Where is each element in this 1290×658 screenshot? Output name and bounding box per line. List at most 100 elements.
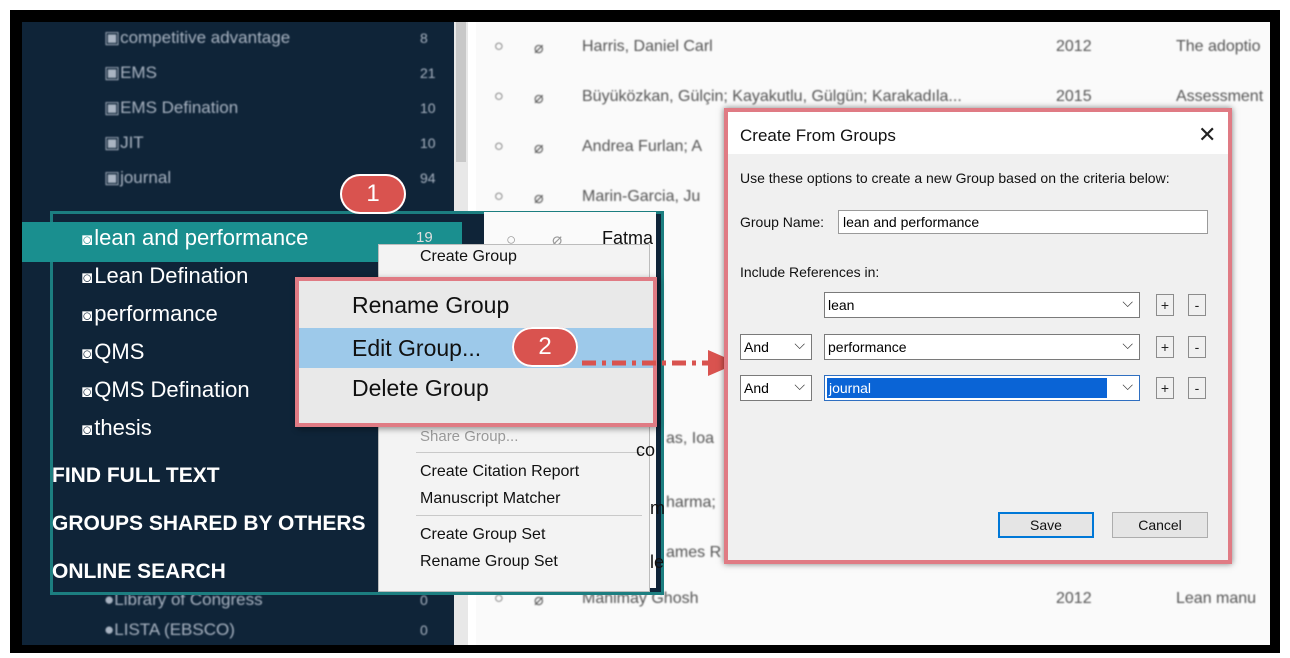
menu-create-group-set[interactable]: Create Group Set [420,526,545,544]
group-icon: ▣ [104,28,121,47]
group-icon: ◙ [82,344,93,363]
remove-criteria-button[interactable]: - [1188,377,1206,399]
attachment-icon: ⌀ [534,90,544,107]
step-badge-1: 1 [340,174,406,214]
group-count: 10 [420,100,436,116]
year-cell: 2012 [1056,38,1092,55]
remove-criteria-button[interactable]: - [1188,294,1206,316]
group-name-field[interactable] [838,210,1208,234]
group-icon: ▣ [104,133,121,152]
author-cell: Andrea Furlan; A [582,138,703,155]
dialog-instructions: Use these options to create a new Group … [740,170,1170,186]
criteria-group-select[interactable]: lean ⌵ [824,292,1140,318]
criteria-operator-select[interactable]: And ⌵ [740,375,812,401]
add-criteria-button[interactable]: + [1156,294,1174,316]
group-icon: ▣ [104,168,121,187]
chevron-down-icon: ⌵ [1122,294,1133,310]
sidebar-scrollbar-thumb[interactable] [456,22,466,162]
read-dot-icon: ○ [494,138,504,155]
group-count: 8 [420,30,428,46]
section-online-search[interactable]: ONLINE SEARCH [52,560,226,584]
online-count: 0 [420,622,428,638]
endnote-window: ▣competitive advantage 8 ▣EMS 21 ▣EMS De… [22,22,1270,645]
group-icon: ◙ [82,306,93,325]
include-references-label: Include References in: [740,264,880,280]
menu-rename-group-set[interactable]: Rename Group Set [420,553,558,571]
author-cell: ames R [666,544,722,561]
create-from-groups-dialog: Create From Groups ✕ Use these options t… [724,108,1232,564]
criteria-group-select[interactable]: journal ⌵ [824,375,1140,401]
menu-separator [416,515,642,516]
menu-delete-group[interactable]: Delete Group [352,375,489,402]
author-cell: Büyüközkan, Gülçin; Kayakutlu, Gülgün; K… [582,88,962,105]
menu-share-group[interactable]: Share Group... [420,428,518,445]
title-cell: The adoptio [1176,38,1261,55]
sidebar-item-performance[interactable]: ◙performance [82,301,218,327]
sidebar-item-competitive-advantage[interactable]: ▣competitive advantage [104,28,290,48]
group-count: 94 [420,170,436,186]
arrow-connector [582,350,738,376]
group-icon: ▣ [104,63,121,82]
author-cell: harma; [666,494,716,511]
cancel-button[interactable]: Cancel [1112,512,1208,538]
chevron-down-icon: ⌵ [1122,336,1133,352]
section-groups-shared-by-others[interactable]: GROUPS SHARED BY OTHERS [52,512,366,536]
dialog-title: Create From Groups [740,126,896,145]
step-badge-2: 2 [512,327,578,367]
menu-separator [416,452,642,453]
menu-create-group[interactable]: Create Group [420,248,517,266]
attachment-icon: ⌀ [534,190,544,207]
add-criteria-button[interactable]: + [1156,377,1174,399]
group-icon: ◙ [82,268,93,287]
group-icon: ◙ [82,382,93,401]
group-icon: ◙ [82,420,93,439]
sidebar-item-ems-defination[interactable]: ▣EMS Defination [104,98,238,118]
title-cell: Lean manu [1176,590,1257,607]
group-icon: ◙ [82,230,93,249]
chevron-down-icon: ⌵ [794,377,805,393]
sidebar-item-qms-defination[interactable]: ◙QMS Defination [82,377,250,403]
globe-icon: ● [104,620,115,639]
read-dot-icon: ○ [494,38,504,55]
group-count: 10 [420,135,436,151]
menu-edit-group[interactable]: Edit Group... [352,335,481,362]
menu-manuscript-matcher[interactable]: Manuscript Matcher [420,490,561,508]
reference-row[interactable]: ○ ⌀ Harris, Daniel Carl 2012 The adoptio [476,36,1270,60]
sidebar-item-lean-and-performance[interactable]: ◙lean and performance [82,225,308,251]
year-cell: 2015 [1056,88,1092,105]
sidebar-item-lean-defination[interactable]: ◙Lean Defination [82,263,248,289]
close-icon[interactable]: ✕ [1198,122,1216,148]
partial-text: m [650,498,665,518]
sidebar-item-thesis[interactable]: ◙thesis [82,415,152,441]
menu-rename-group[interactable]: Rename Group [352,292,509,319]
sidebar-item-jit[interactable]: ▣JIT [104,133,144,153]
menu-create-citation-report[interactable]: Create Citation Report [420,463,579,481]
save-button[interactable]: Save [998,512,1094,538]
add-criteria-button[interactable]: + [1156,336,1174,358]
group-count: 21 [420,65,436,81]
group-name-label: Group Name: [740,214,825,230]
online-item-lista[interactable]: ●LISTA (EBSCO) [104,620,235,640]
partial-text: co [636,440,656,460]
group-icon: ▣ [104,98,121,117]
sidebar-item-ems[interactable]: ▣EMS [104,63,157,83]
read-dot-icon: ○ [494,88,504,105]
sidebar-item-journal[interactable]: ▣journal [104,168,171,188]
author-cell: Harris, Daniel Carl [582,38,713,55]
read-dot-icon: ○ [494,188,504,205]
section-find-full-text[interactable]: FIND FULL TEXT [52,464,220,488]
author-cell: as, Ioa [666,430,715,447]
attachment-icon: ⌀ [534,140,544,157]
partial-text: le [650,552,665,572]
reference-row[interactable]: ○ ⌀ Büyüközkan, Gülçin; Kayakutlu, Gülgün… [476,86,1270,110]
author-cell: Marin-Garcia, Ju [582,188,701,205]
chevron-down-icon: ⌵ [1122,377,1133,393]
criteria-operator-select[interactable]: And ⌵ [740,334,812,360]
attachment-icon: ⌀ [534,40,544,57]
dialog-body: Use these options to create a new Group … [728,154,1228,560]
year-cell: 2012 [1056,590,1092,607]
criteria-group-select[interactable]: performance ⌵ [824,334,1140,360]
sidebar-item-qms[interactable]: ◙QMS [82,339,144,365]
chevron-down-icon: ⌵ [794,336,805,352]
remove-criteria-button[interactable]: - [1188,336,1206,358]
